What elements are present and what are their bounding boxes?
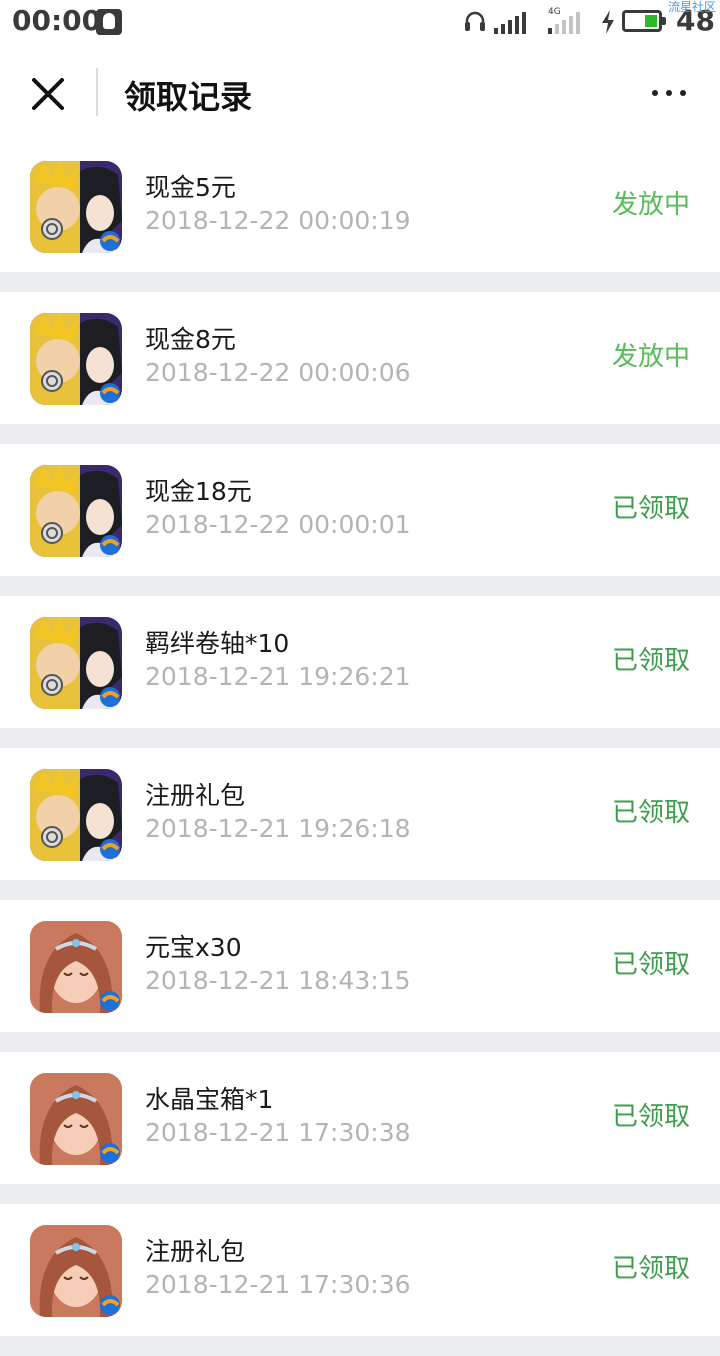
record-row[interactable]: 现金5元 2018-12-22 00:00:19 发放中 <box>0 140 720 272</box>
record-time: 2018-12-21 18:43:15 <box>145 966 411 995</box>
status-bar: 00:00 4G 48 流星社区 <box>0 0 720 44</box>
ninja-game-icon <box>30 617 122 709</box>
record-title: 元宝x30 <box>145 933 242 962</box>
ninja-game-icon <box>30 161 122 253</box>
record-row[interactable]: 现金18元 2018-12-22 00:00:01 已领取 <box>0 444 720 576</box>
navigation-bar: 领取记录 <box>0 44 720 142</box>
status-time: 00:00 <box>12 4 102 37</box>
record-status: 已领取 <box>611 646 690 676</box>
fantasy-game-icon <box>30 921 122 1013</box>
watermark: 流星社区 <box>668 0 717 14</box>
ninja-game-icon <box>30 465 122 557</box>
record-title: 现金18元 <box>145 477 252 506</box>
ninja-game-icon <box>30 769 122 861</box>
record-time: 2018-12-22 00:00:19 <box>145 206 411 235</box>
record-time: 2018-12-21 17:30:36 <box>145 1270 411 1299</box>
record-title: 注册礼包 <box>145 1237 246 1266</box>
record-status: 已领取 <box>611 1102 690 1132</box>
more-icon[interactable] <box>652 84 696 102</box>
record-time: 2018-12-22 00:00:01 <box>145 510 411 539</box>
record-row[interactable]: 注册礼包 2018-12-21 19:26:18 已领取 <box>0 748 720 880</box>
record-row[interactable]: 水晶宝箱*1 2018-12-21 17:30:38 已领取 <box>0 1052 720 1184</box>
signal-strength-icon <box>494 10 526 34</box>
battery-icon <box>622 10 666 32</box>
record-row[interactable]: 现金8元 2018-12-22 00:00:06 发放中 <box>0 292 720 424</box>
record-time: 2018-12-21 17:30:38 <box>145 1118 411 1147</box>
record-title: 现金5元 <box>145 173 236 202</box>
record-row[interactable]: 羁绊卷轴*10 2018-12-21 19:26:21 已领取 <box>0 596 720 728</box>
secondary-signal-icon <box>548 10 580 34</box>
record-title: 现金8元 <box>145 325 236 354</box>
record-title: 水晶宝箱*1 <box>145 1085 274 1114</box>
record-time: 2018-12-21 19:26:21 <box>145 662 411 691</box>
record-time: 2018-12-22 00:00:06 <box>145 358 411 387</box>
page-title: 领取记录 <box>124 78 253 116</box>
record-list: 现金5元 2018-12-22 00:00:19 发放中 现金8元 2018-12-22… <box>0 140 720 1356</box>
nav-divider <box>96 68 98 116</box>
record-status: 已领取 <box>611 798 690 828</box>
record-status: 已领取 <box>611 494 690 524</box>
record-title: 注册礼包 <box>145 781 246 810</box>
headphone-icon <box>465 11 485 31</box>
record-status: 已领取 <box>611 950 690 980</box>
record-status: 发放中 <box>611 342 690 372</box>
record-title: 羁绊卷轴*10 <box>145 629 290 658</box>
charging-icon <box>602 10 614 34</box>
close-icon[interactable] <box>28 74 68 114</box>
record-row[interactable]: 注册礼包 2018-12-21 17:30:36 已领取 <box>0 1204 720 1336</box>
record-status: 发放中 <box>611 190 690 220</box>
qq-notification-icon <box>96 9 122 35</box>
record-time: 2018-12-21 19:26:18 <box>145 814 411 843</box>
fantasy-game-icon <box>30 1225 122 1317</box>
record-row[interactable]: 元宝x30 2018-12-21 18:43:15 已领取 <box>0 900 720 1032</box>
fantasy-game-icon <box>30 1073 122 1165</box>
ninja-game-icon <box>30 313 122 405</box>
record-status: 已领取 <box>611 1254 690 1284</box>
